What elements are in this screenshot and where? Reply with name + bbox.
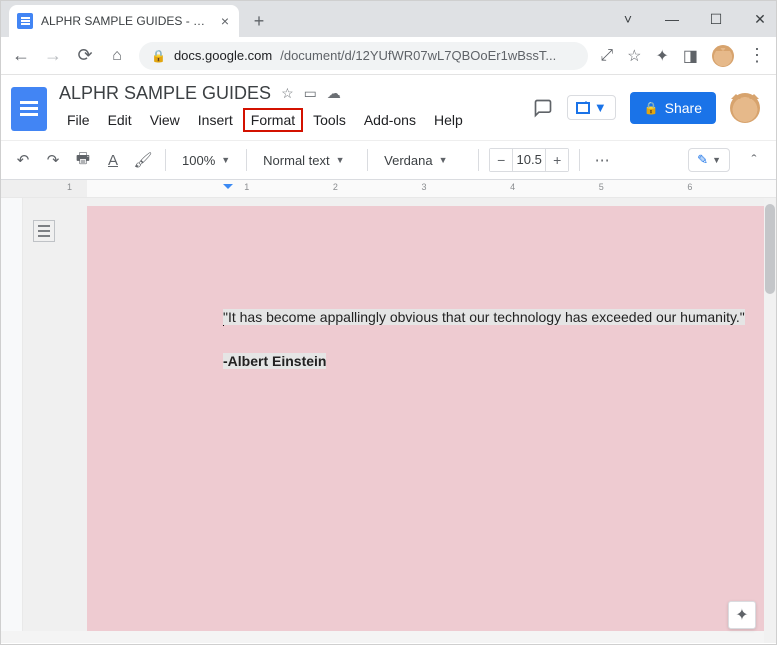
spellcheck-icon[interactable]: A bbox=[101, 152, 125, 169]
extensions-icon[interactable]: ✦ bbox=[655, 46, 668, 66]
account-avatar[interactable] bbox=[730, 93, 760, 123]
document-title[interactable]: ALPHR SAMPLE GUIDES bbox=[59, 83, 271, 104]
docs-toolbar: ↶ ↷ 🖶 A 🖌 100% ▼ Normal text ▼ Verdana ▼… bbox=[1, 140, 776, 180]
present-button[interactable]: ▼ bbox=[567, 95, 616, 120]
decrease-font-button[interactable]: − bbox=[490, 149, 512, 171]
more-tools-icon[interactable]: ⋯ bbox=[590, 151, 614, 169]
author-text[interactable]: -Albert Einstein bbox=[223, 353, 326, 369]
menu-view[interactable]: View bbox=[142, 108, 188, 132]
menu-insert[interactable]: Insert bbox=[190, 108, 241, 132]
docs-header: ALPHR SAMPLE GUIDES ☆ ▭ ☁ File Edit View… bbox=[1, 75, 776, 198]
menu-file[interactable]: File bbox=[59, 108, 98, 132]
reload-icon[interactable]: ⟳ bbox=[75, 45, 95, 66]
address-bar[interactable]: 🔒 docs.google.com/document/d/12YUfWR07wL… bbox=[139, 42, 588, 70]
font-value: Verdana bbox=[384, 153, 432, 168]
separator bbox=[165, 149, 166, 171]
zoom-value: 100% bbox=[182, 153, 215, 168]
url-path: /document/d/12YUfWR07wL7QBOoEr1wBssT... bbox=[280, 48, 556, 63]
back-icon[interactable]: ← bbox=[11, 45, 31, 66]
menu-edit[interactable]: Edit bbox=[100, 108, 140, 132]
separator bbox=[246, 149, 247, 171]
chevron-down-icon: ▼ bbox=[336, 155, 345, 165]
editing-mode-button[interactable]: ✎ ▼ bbox=[688, 148, 730, 172]
font-size-stepper: − 10.5 + bbox=[489, 148, 569, 172]
chevron-down-icon: ▼ bbox=[221, 155, 230, 165]
font-dropdown[interactable]: Verdana ▼ bbox=[378, 153, 468, 168]
tab-title: ALPHR SAMPLE GUIDES - Google bbox=[41, 14, 213, 28]
menubar: File Edit View Insert Format Tools Add-o… bbox=[59, 108, 521, 132]
close-window-icon[interactable]: ✕ bbox=[750, 11, 770, 28]
chevron-down-icon: ▼ bbox=[712, 155, 721, 165]
quote-text[interactable]: "It has become appallingly obvious that … bbox=[223, 309, 745, 325]
side-panel-icon[interactable]: ◨ bbox=[683, 46, 698, 66]
document-canvas: "It has become appallingly obvious that … bbox=[1, 198, 776, 643]
cloud-status-icon[interactable]: ☁ bbox=[327, 85, 341, 102]
tab-search-icon[interactable]: ˅ bbox=[618, 11, 638, 27]
minimize-icon[interactable]: ― bbox=[662, 11, 682, 27]
chevron-down-icon: ▼ bbox=[439, 155, 448, 165]
zoom-dropdown[interactable]: 100% ▼ bbox=[176, 153, 236, 168]
present-icon bbox=[576, 102, 590, 114]
home-icon[interactable]: ⌂ bbox=[107, 47, 127, 65]
vertical-scrollbar[interactable] bbox=[764, 198, 776, 643]
share-button[interactable]: 🔒 Share bbox=[630, 92, 716, 124]
chevron-down-icon: ▼ bbox=[594, 100, 607, 115]
star-icon[interactable]: ☆ bbox=[281, 85, 294, 102]
left-gutter bbox=[1, 198, 23, 643]
share-label: Share bbox=[665, 100, 702, 116]
styles-dropdown[interactable]: Normal text ▼ bbox=[257, 153, 357, 168]
translate-icon[interactable]: ⤢ bbox=[600, 47, 613, 65]
docs-favicon bbox=[17, 13, 33, 29]
close-tab-icon[interactable]: × bbox=[221, 13, 229, 29]
menu-format[interactable]: Format bbox=[243, 108, 303, 132]
document-page[interactable]: "It has become appallingly obvious that … bbox=[87, 206, 764, 636]
docs-logo-icon[interactable] bbox=[11, 87, 47, 131]
separator bbox=[367, 149, 368, 171]
browser-tab[interactable]: ALPHR SAMPLE GUIDES - Google × bbox=[9, 5, 239, 37]
separator bbox=[579, 149, 580, 171]
style-value: Normal text bbox=[263, 153, 329, 168]
forward-icon: → bbox=[43, 45, 63, 66]
print-icon[interactable]: 🖶 bbox=[71, 148, 95, 173]
lock-icon: 🔒 bbox=[151, 49, 166, 63]
separator bbox=[478, 149, 479, 171]
redo-icon[interactable]: ↷ bbox=[41, 151, 65, 169]
new-tab-button[interactable]: + bbox=[245, 7, 273, 35]
browser-toolbar: ← → ⟳ ⌂ 🔒 docs.google.com/document/d/12Y… bbox=[1, 37, 776, 75]
ruler-numbers: 1 1 2 3 4 5 6 bbox=[67, 182, 776, 192]
menu-tools[interactable]: Tools bbox=[305, 108, 354, 132]
url-domain: docs.google.com bbox=[174, 48, 272, 63]
collapse-icon[interactable]: ˆ bbox=[742, 152, 766, 169]
menu-help[interactable]: Help bbox=[426, 108, 471, 132]
explore-button[interactable]: ✦ bbox=[728, 601, 756, 629]
horizontal-ruler[interactable]: 1 1 2 3 4 5 6 bbox=[1, 180, 776, 198]
font-size-value[interactable]: 10.5 bbox=[512, 149, 546, 171]
bookmark-icon[interactable]: ☆ bbox=[627, 46, 641, 66]
document-body[interactable]: "It has become appallingly obvious that … bbox=[223, 306, 746, 373]
browser-tab-strip: ALPHR SAMPLE GUIDES - Google × + ˅ ― ☐ ✕ bbox=[1, 1, 776, 37]
scrollbar-thumb[interactable] bbox=[765, 204, 775, 294]
horizontal-scrollbar[interactable] bbox=[1, 631, 764, 643]
window-controls: ˅ ― ☐ ✕ bbox=[618, 1, 770, 37]
menu-addons[interactable]: Add-ons bbox=[356, 108, 424, 132]
indent-marker-icon[interactable] bbox=[223, 184, 233, 194]
browser-menu-icon[interactable]: ⋮ bbox=[748, 52, 766, 59]
undo-icon[interactable]: ↶ bbox=[11, 151, 35, 169]
maximize-icon[interactable]: ☐ bbox=[706, 11, 726, 28]
lock-icon: 🔒 bbox=[644, 101, 659, 115]
pencil-icon: ✎ bbox=[697, 152, 708, 168]
paint-format-icon[interactable]: 🖌 bbox=[131, 151, 155, 169]
increase-font-button[interactable]: + bbox=[546, 149, 568, 171]
comments-icon[interactable] bbox=[533, 98, 553, 118]
outline-toggle-icon[interactable] bbox=[33, 220, 55, 242]
move-icon[interactable]: ▭ bbox=[304, 85, 317, 102]
profile-avatar[interactable] bbox=[712, 45, 734, 67]
